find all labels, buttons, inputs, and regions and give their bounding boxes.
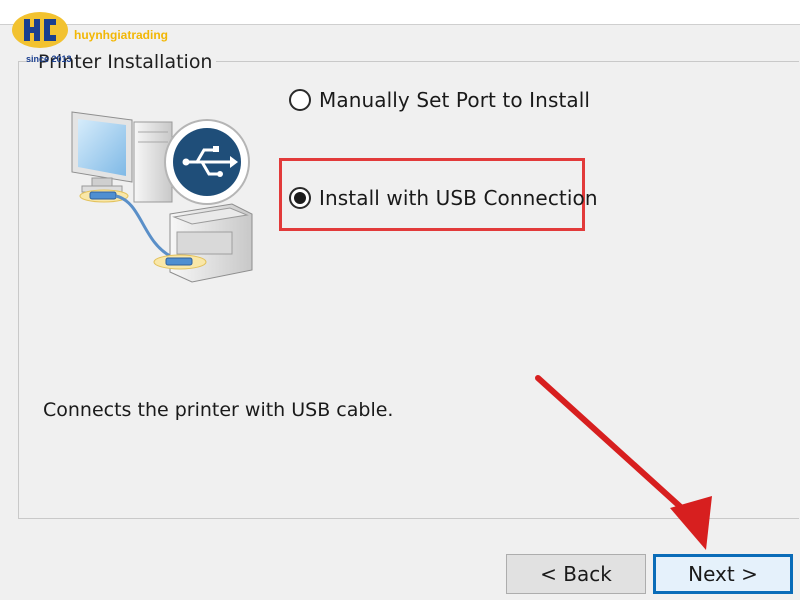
brand-logo: huynhgiatrading since 2013: [10, 8, 180, 64]
radio-label-usb[interactable]: Install with USB Connection: [319, 186, 598, 210]
back-button[interactable]: < Back: [506, 554, 646, 594]
option-description: Connects the printer with USB cable.: [43, 399, 394, 421]
radio-manual-port[interactable]: Manually Set Port to Install: [289, 88, 590, 112]
next-button[interactable]: Next >: [653, 554, 793, 594]
radio-button-usb[interactable]: [289, 187, 311, 209]
brand-since: since 2013: [26, 54, 72, 64]
brand-name: huynhgiatrading: [74, 28, 168, 42]
brand-logo-icon: [12, 12, 68, 48]
radio-button-manual[interactable]: [289, 89, 311, 111]
radio-dot: [294, 192, 306, 204]
radio-usb-connection[interactable]: Install with USB Connection: [289, 186, 598, 210]
computer-usb-printer-icon: [71, 111, 253, 283]
radio-label-manual[interactable]: Manually Set Port to Install: [319, 88, 590, 112]
